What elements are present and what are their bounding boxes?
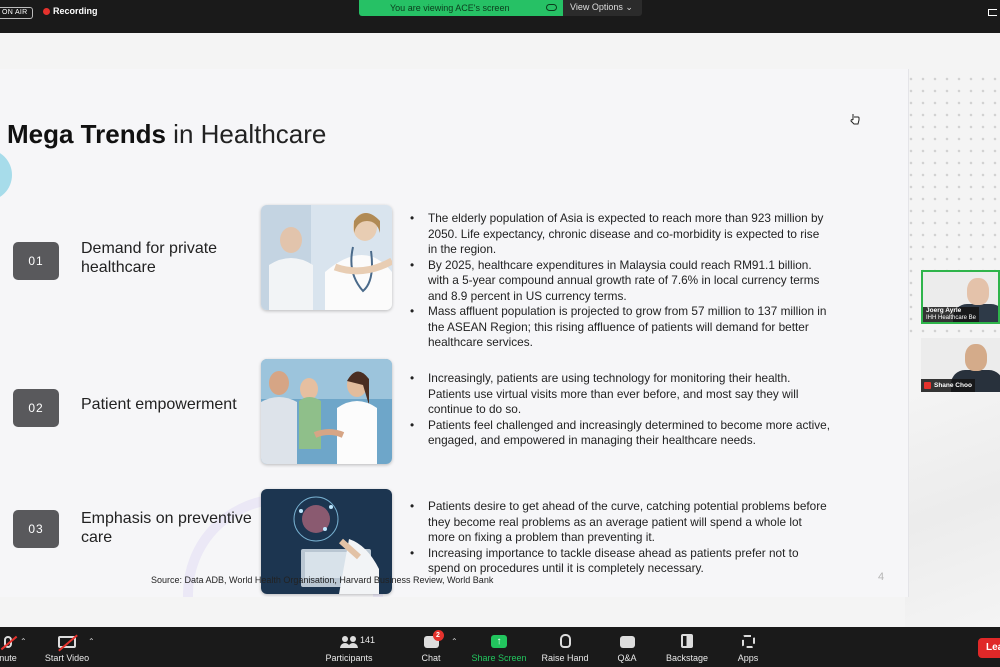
- participant-name: Shane Choo: [934, 382, 972, 389]
- participant-label: Shane Choo: [921, 379, 975, 392]
- slide-title-bold: Mega Trends: [7, 119, 166, 149]
- bullet-item: Patients desire to get ahead of the curv…: [410, 499, 830, 546]
- slide-title: Mega Trends in Healthcare: [7, 119, 326, 150]
- window-layout-icon[interactable]: [988, 9, 997, 16]
- chat-unread-badge: 2: [432, 630, 444, 641]
- recording-label: Recording: [53, 6, 98, 16]
- video-options-chevron-icon[interactable]: ⌃: [88, 637, 95, 646]
- mute-button[interactable]: nute: [0, 627, 26, 667]
- participants-button[interactable]: 141 Participants: [320, 627, 378, 667]
- apps-button[interactable]: Apps: [732, 627, 764, 667]
- view-options-button[interactable]: View Options ⌄: [563, 0, 642, 16]
- mic-muted-icon: [924, 381, 931, 389]
- chat-button[interactable]: 2 Chat: [416, 627, 446, 667]
- slide-title-rest: in Healthcare: [165, 119, 327, 149]
- bullet-item: By 2025, healthcare expenditures in Mala…: [410, 258, 830, 305]
- participants-icon: 141: [340, 635, 375, 648]
- viewing-screen-banner: You are viewing ACE's screen: [359, 0, 563, 16]
- qa-icon: [619, 636, 635, 648]
- presentation-slide: Mega Trends in Healthcare 01 Demand for …: [0, 69, 909, 597]
- decorative-circle: [0, 149, 12, 201]
- audio-options-chevron-icon[interactable]: ⌃: [20, 637, 27, 646]
- share-screen-icon: ↑: [491, 635, 507, 648]
- raise-hand-label: Raise Hand: [541, 653, 589, 663]
- participants-count: 141: [360, 635, 376, 645]
- bullet-item: Increasing importance to tackle disease …: [410, 546, 830, 577]
- participant-label: Joerg Ayrle IHH Healthcare Be: [923, 307, 980, 322]
- start-video-label: Start Video: [44, 653, 90, 663]
- trend-bullet-list: Increasingly, patients are using technol…: [410, 371, 830, 449]
- trend-number-badge: 01: [13, 242, 59, 280]
- chat-icon: 2: [423, 630, 444, 648]
- on-air-badge: ON AIR: [0, 7, 33, 19]
- meeting-top-bar: ON AIR Recording You are viewing ACE's s…: [0, 0, 1000, 33]
- apps-label: Apps: [737, 653, 759, 663]
- record-dot-icon: [43, 7, 50, 15]
- participant-face: [965, 344, 987, 371]
- qa-button[interactable]: Q&A: [612, 627, 642, 667]
- chat-options-chevron-icon[interactable]: ⌃: [451, 637, 458, 646]
- slide-source-note: Source: Data ADB, World Health Organisat…: [151, 575, 494, 585]
- bullet-item: Patients feel challenged and increasingl…: [410, 418, 830, 449]
- leave-button[interactable]: Lea: [978, 638, 1000, 658]
- doctors-photo: [261, 205, 392, 310]
- recording-indicator[interactable]: Recording: [43, 6, 98, 16]
- backstage-button[interactable]: Backstage: [662, 627, 712, 667]
- cloud-icon: [546, 4, 557, 11]
- background-graphic: [905, 393, 1000, 627]
- patient-family-photo: [261, 359, 392, 464]
- share-screen-label: Share Screen: [471, 653, 527, 663]
- hand-cursor-icon: [850, 114, 860, 125]
- start-video-button[interactable]: Start Video: [40, 627, 94, 667]
- meeting-toolbar: nute ⌃ Start Video ⌃ 141 Participants 2 …: [0, 627, 1000, 667]
- backstage-label: Backstage: [665, 653, 709, 663]
- bullet-item: The elderly population of Asia is expect…: [410, 211, 830, 258]
- trend-number-badge: 03: [13, 510, 59, 548]
- trend-title: Patient empowerment: [81, 396, 237, 413]
- trend-bullet-list: Patients desire to get ahead of the curv…: [410, 499, 830, 577]
- trend-bullet-list: The elderly population of Asia is expect…: [410, 211, 830, 351]
- microphone-muted-icon: [0, 635, 18, 651]
- participant-org: IHH Healthcare Be: [926, 314, 977, 321]
- chat-label: Chat: [421, 653, 441, 663]
- participants-label: Participants: [325, 653, 373, 663]
- viewing-banner-text: You are viewing ACE's screen: [390, 3, 510, 13]
- trend-title: Demand for private healthcare: [81, 240, 218, 276]
- apps-icon: [741, 635, 755, 648]
- hand-icon: [559, 634, 571, 648]
- backstage-icon: [681, 634, 693, 648]
- bullet-item: Mass affluent population is projected to…: [410, 304, 830, 351]
- shared-screen-stage: Mega Trends in Healthcare 01 Demand for …: [0, 33, 1000, 627]
- slide-page-number: 4: [878, 571, 885, 583]
- qa-label: Q&A: [617, 653, 637, 663]
- camera-off-icon: [58, 634, 78, 652]
- mute-label: nute: [0, 653, 17, 663]
- participant-face: [967, 278, 989, 305]
- raise-hand-button[interactable]: Raise Hand: [538, 627, 592, 667]
- share-screen-button[interactable]: ↑ Share Screen: [468, 627, 530, 667]
- bullet-item: Increasingly, patients are using technol…: [410, 371, 830, 418]
- trend-number-badge: 02: [13, 389, 59, 427]
- trend-title: Emphasis on preventive care: [81, 510, 252, 546]
- participant-video-tile[interactable]: Joerg Ayrle IHH Healthcare Be: [921, 270, 1000, 324]
- participant-video-tile[interactable]: Shane Choo: [921, 338, 1000, 392]
